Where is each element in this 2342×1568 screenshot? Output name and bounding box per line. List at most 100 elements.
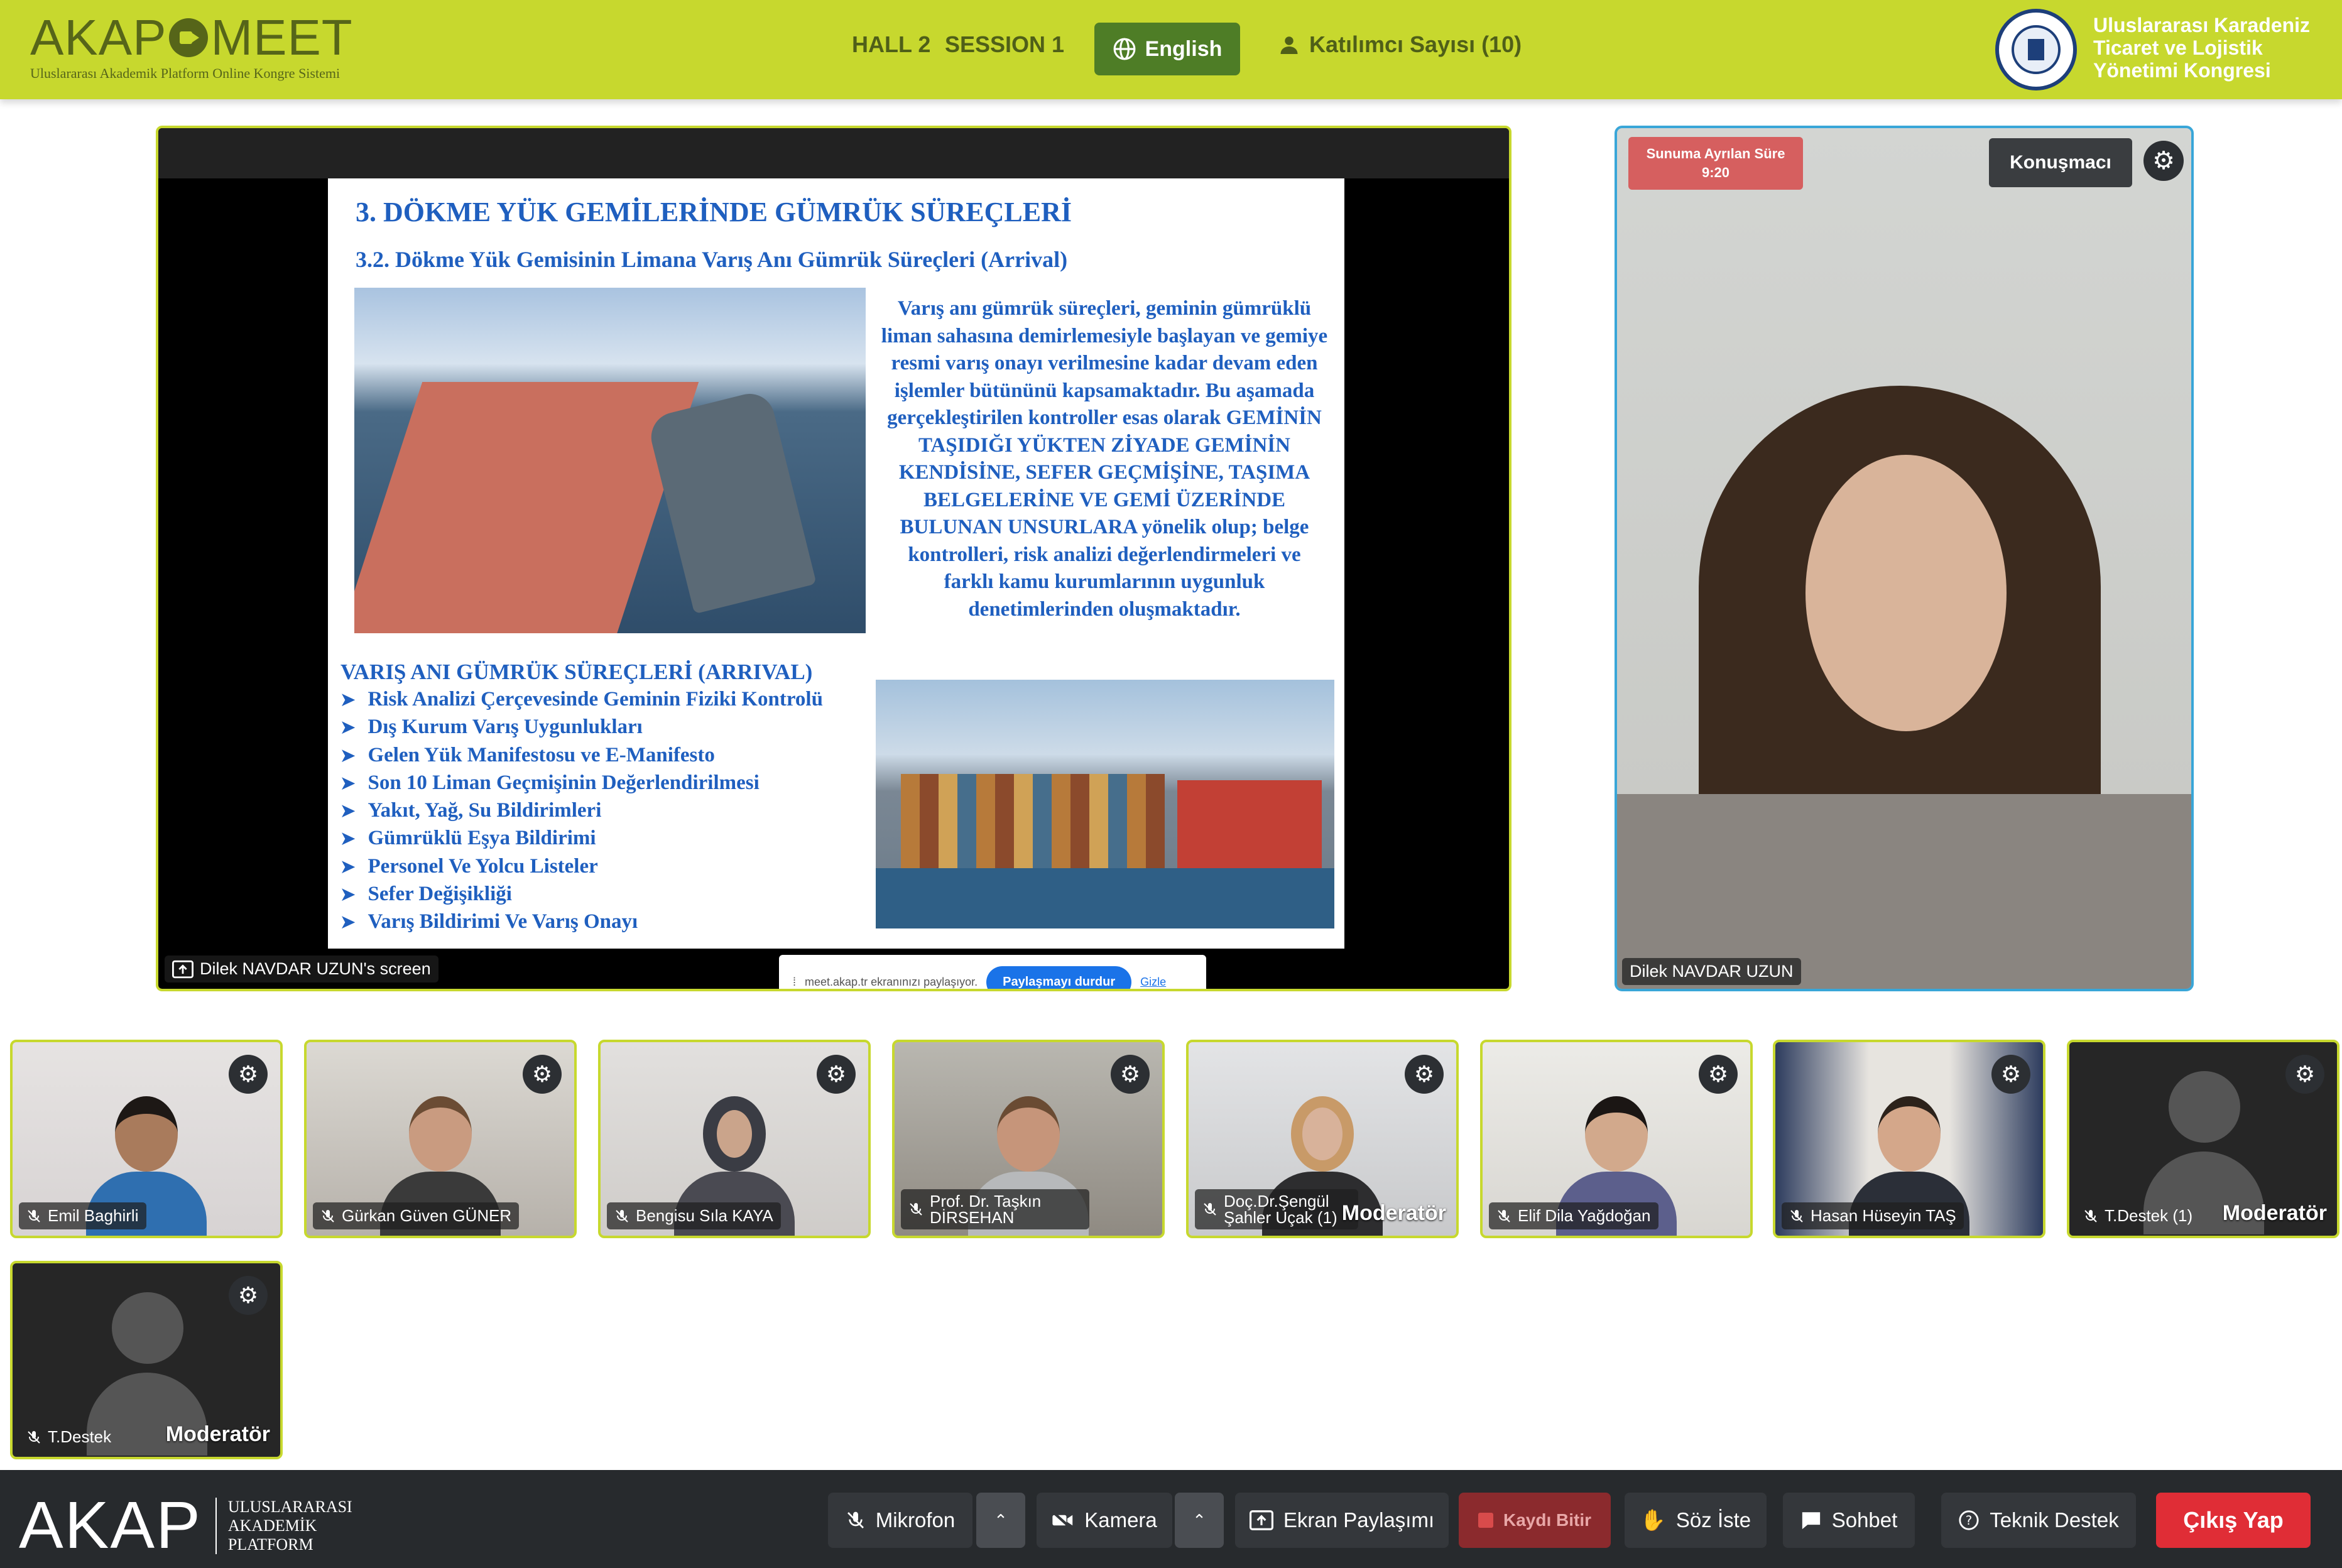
moderator-badge: Moderatör — [1341, 1201, 1446, 1225]
gear-icon[interactable]: ⚙ — [229, 1055, 268, 1094]
participant-name-label: Bengisu Sıla KAYA — [607, 1202, 781, 1229]
participant-name-label: T.Destek — [19, 1424, 119, 1451]
hide-popup-link[interactable]: Gizle — [1140, 976, 1166, 989]
participant-tile[interactable]: ⚙ Emil Baghirli — [10, 1040, 283, 1238]
participant-name-label: Hasan Hüseyin TAŞ — [1782, 1202, 1964, 1229]
slide-paragraph: Varış anı gümrük süreçleri, geminin gümr… — [881, 297, 1328, 621]
participant-tile[interactable]: ⚙ Doç.Dr.Şengül Şahler Uçak (1) Moderatö… — [1186, 1040, 1459, 1238]
slide-bullet-item: Gümrüklü Eşya Bildirimi — [340, 825, 823, 852]
microphone-options-button[interactable]: ⌃ — [976, 1493, 1025, 1548]
logo-text-meet: MEET — [210, 9, 353, 65]
chat-label: Sohbet — [1831, 1508, 1898, 1532]
svg-text:?: ? — [1966, 1513, 1973, 1528]
camera-options-button[interactable]: ⌃ — [1175, 1493, 1224, 1548]
slide-subtitle: 3.2. Dökme Yük Gemisinin Limana Varış An… — [356, 247, 1068, 272]
screen-share-button[interactable]: Ekran Paylaşımı — [1235, 1493, 1449, 1548]
record-label: Kaydı Bitir — [1503, 1510, 1592, 1530]
footer-logo-line: ULUSLARARASI — [227, 1497, 352, 1516]
akap-footer-logo: AKAP ULUSLARARASI AKADEMİK PLATFORM — [19, 1488, 352, 1564]
language-button[interactable]: English — [1094, 23, 1240, 75]
camera-label: Kamera — [1084, 1508, 1157, 1532]
participant-name: Gürkan Güven GÜNER — [342, 1206, 512, 1225]
chevron-up-icon: ⌃ — [994, 1510, 1008, 1530]
gear-icon[interactable]: ⚙ — [1991, 1055, 2030, 1094]
participant-count-label: Katılımcı Sayısı (10) — [1309, 31, 1522, 57]
participant-name-label: Doç.Dr.Şengül Şahler Uçak (1) — [1195, 1189, 1358, 1229]
gear-icon[interactable]: ⚙ — [2285, 1055, 2324, 1094]
participant-tile[interactable]: ⚙ Bengisu Sıla KAYA — [598, 1040, 871, 1238]
gear-icon[interactable]: ⚙ — [817, 1055, 856, 1094]
participant-tile[interactable]: ⚙ Hasan Hüseyin TAŞ — [1773, 1040, 2045, 1238]
stop-sharing-button[interactable]: Paylaşmayı durdur — [986, 966, 1132, 989]
speaker-name: Dilek NAVDAR UZUN — [1630, 962, 1794, 981]
gear-icon[interactable]: ⚙ — [229, 1276, 268, 1315]
bottom-toolbar: AKAP ULUSLARARASI AKADEMİK PLATFORM Mikr… — [0, 1470, 2342, 1568]
congress-title: Uluslararası Karadeniz Ticaret ve Lojist… — [2093, 14, 2338, 82]
globe-icon — [1113, 37, 1136, 61]
gear-icon[interactable]: ⚙ — [1699, 1055, 1738, 1094]
participant-name: Emil Baghirli — [48, 1206, 139, 1225]
participant-tile[interactable]: ⚙ T.Destek (1) Moderatör — [2067, 1040, 2339, 1238]
gear-icon[interactable]: ⚙ — [2143, 141, 2184, 181]
language-label: English — [1145, 36, 1223, 61]
slide-bullet-item: Yakıt, Yağ, Su Bildirimleri — [340, 797, 823, 825]
slide-bullet-item: Sefer Değişikliği — [340, 881, 823, 908]
screen-share-label: Dilek NAVDAR UZUN's screen — [165, 956, 438, 983]
mic-off-icon — [1202, 1201, 1217, 1217]
presentation-timer: Sunuma Ayrılan Süre 9:20 — [1628, 137, 1803, 190]
speaker-badge: Konuşmacı — [1989, 138, 2132, 187]
mic-off-icon — [1496, 1208, 1511, 1224]
mic-off-icon — [26, 1429, 41, 1446]
participant-tile[interactable]: ⚙ Elif Dila Yağdoğan — [1480, 1040, 1753, 1238]
share-popup-message: meet.akap.tr ekranınızı paylaşıyor. — [805, 975, 978, 988]
mic-off-icon — [614, 1208, 629, 1224]
camera-button[interactable]: Kamera — [1037, 1493, 1172, 1548]
exit-label: Çıkış Yap — [2183, 1507, 2284, 1533]
participant-tile[interactable]: ⚙ T.Destek Moderatör — [10, 1261, 283, 1459]
participant-count[interactable]: Katılımcı Sayısı (10) — [1278, 31, 1522, 58]
chevron-up-icon: ⌃ — [1192, 1510, 1206, 1530]
speaker-name-label: Dilek NAVDAR UZUN — [1622, 958, 1801, 985]
slide-bullet-item: Risk Analizi Çerçevesinde Geminin Fiziki… — [340, 686, 823, 714]
chat-button[interactable]: Sohbet — [1783, 1493, 1915, 1548]
record-stop-icon — [1478, 1513, 1493, 1528]
technical-support-button[interactable]: ? Teknik Destek — [1941, 1493, 2136, 1548]
timer-label: Sunuma Ayrılan Süre — [1646, 146, 1785, 161]
footer-logo-subtitle: ULUSLARARASI AKADEMİK PLATFORM — [215, 1497, 352, 1554]
congress-title-line: Yönetimi Kongresi — [2093, 59, 2271, 82]
raise-hand-button[interactable]: ✋ Söz İste — [1625, 1493, 1767, 1548]
slide-bullet-item: Dış Kurum Varış Uygunlukları — [340, 714, 823, 741]
logo-tagline: Uluslararası Akademik Platform Online Ko… — [30, 65, 340, 81]
screen-share-tile[interactable]: 3. DÖKME YÜK GEMİLERİNDE GÜMRÜK SÜREÇLER… — [156, 126, 1511, 991]
participant-tile[interactable]: ⚙ Gürkan Güven GÜNER — [304, 1040, 577, 1238]
gear-icon[interactable]: ⚙ — [1111, 1055, 1150, 1094]
screen-share-icon — [172, 960, 193, 979]
exit-button[interactable]: Çıkış Yap — [2156, 1493, 2311, 1548]
participant-tile[interactable]: ⚙ Prof. Dr. Taşkın DİRSEHAN — [892, 1040, 1165, 1238]
gear-icon[interactable]: ⚙ — [1405, 1055, 1444, 1094]
slide-bullet-list: Risk Analizi Çerçevesinde Geminin Fiziki… — [340, 686, 823, 937]
congress-title-line: Uluslararası Karadeniz — [2093, 14, 2311, 36]
slide-title: 3. DÖKME YÜK GEMİLERİNDE GÜMRÜK SÜREÇLER… — [356, 197, 1072, 227]
participant-name-label: Emil Baghirli — [19, 1202, 146, 1229]
microphone-button[interactable]: Mikrofon — [828, 1493, 972, 1548]
participant-name-label: Gürkan Güven GÜNER — [313, 1202, 520, 1229]
person-icon — [1278, 33, 1300, 56]
stop-recording-button[interactable]: Kaydı Bitir — [1459, 1493, 1611, 1548]
drag-handle-icon[interactable]: ⁞ — [793, 976, 796, 989]
chat-icon — [1800, 1510, 1822, 1530]
ship-deck-photo — [354, 288, 866, 633]
logo-text-akap: AKAP — [30, 9, 167, 65]
footer-logo-text: AKAP — [19, 1488, 202, 1562]
slide-bullet-item: Personel Ve Yolcu Listeler — [340, 853, 823, 881]
timer-value: 9:20 — [1701, 165, 1730, 180]
screen-share-label: Ekran Paylaşımı — [1283, 1508, 1435, 1532]
speaker-video-tile[interactable]: Sunuma Ayrılan Süre 9:20 Konuşmacı ⚙ Dil… — [1615, 126, 2194, 991]
participant-name-label: Prof. Dr. Taşkın DİRSEHAN — [901, 1189, 1089, 1229]
participant-name: Hasan Hüseyin TAŞ — [1811, 1206, 1956, 1225]
participant-name: Doç.Dr.Şengül Şahler Uçak (1) — [1224, 1192, 1337, 1227]
camera-logo-icon — [169, 18, 209, 57]
gear-icon[interactable]: ⚙ — [523, 1055, 562, 1094]
top-header: AKAP MEET Uluslararası Akademik Platform … — [0, 0, 2342, 99]
participant-name: Bengisu Sıla KAYA — [636, 1206, 773, 1225]
